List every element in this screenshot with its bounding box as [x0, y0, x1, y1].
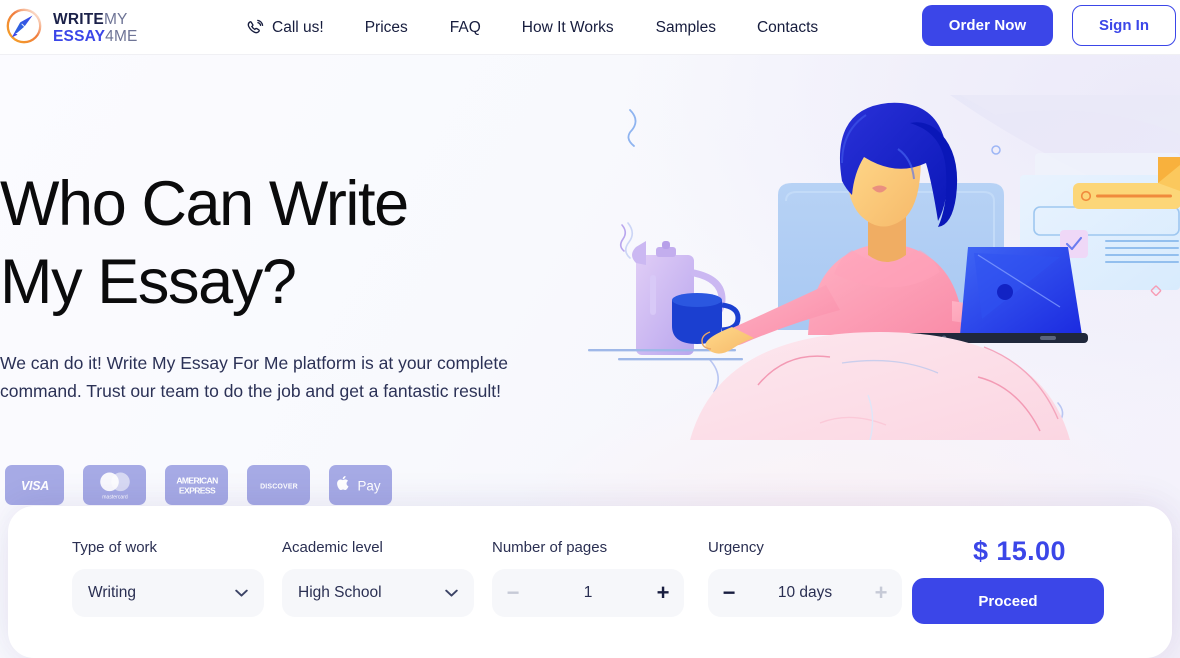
label-type-of-work: Type of work — [72, 539, 158, 556]
pages-increment-button[interactable]: + — [642, 569, 684, 617]
select-type-of-work[interactable]: Writing — [72, 569, 264, 617]
pages-value: 1 — [583, 584, 593, 601]
site-logo[interactable]: WRITEMY ESSAY4ME — [4, 6, 138, 51]
field-urgency: Urgency − 10 days + — [708, 539, 902, 617]
nav-item-call-us[interactable]: Call us! — [246, 19, 324, 37]
select-type-of-work-value: Writing — [88, 584, 136, 601]
svg-text:VISA: VISA — [21, 478, 49, 492]
stepper-number-of-pages: − 1 + — [492, 569, 684, 617]
svg-text:EXPRESS: EXPRESS — [178, 486, 215, 496]
site-header: WRITEMY ESSAY4ME Call us! Prices FAQ How… — [0, 0, 1180, 55]
pen-nib-logo-icon — [4, 6, 44, 51]
label-urgency: Urgency — [708, 539, 764, 556]
proceed-button[interactable]: Proceed — [912, 578, 1104, 624]
label-academic-level: Academic level — [282, 539, 383, 556]
hero-subtitle: We can do it! Write My Essay For Me plat… — [0, 353, 508, 401]
svg-text:AMERICAN: AMERICAN — [176, 475, 218, 485]
select-academic-level-value: High School — [298, 584, 382, 601]
visa-badge: VISA — [5, 465, 64, 505]
urgency-decrement-button[interactable]: − — [708, 569, 750, 617]
stepper-urgency: − 10 days + — [708, 569, 902, 617]
logo-line1-bold: WRITE — [53, 11, 104, 29]
nav-item-samples[interactable]: Samples — [656, 19, 716, 37]
order-now-button[interactable]: Order Now — [922, 5, 1053, 46]
urgency-increment-button[interactable]: + — [860, 569, 902, 617]
field-academic-level: Academic level High School — [282, 539, 474, 617]
amex-badge: AMERICAN EXPRESS — [165, 465, 228, 505]
nav-label-call-us: Call us! — [272, 18, 324, 36]
urgency-value: 10 days — [777, 584, 833, 601]
svg-text:Pay: Pay — [357, 478, 380, 493]
total-price: $ 15.00 — [973, 536, 1066, 566]
logo-wordmark: WRITEMY ESSAY4ME — [53, 12, 138, 45]
nav-item-faq[interactable]: FAQ — [450, 19, 481, 37]
hero-title-line-1: Who Can Write — [0, 169, 409, 239]
nav-item-how-it-works[interactable]: How It Works — [522, 19, 614, 37]
payment-methods-row: VISA mastercard AMERICAN EXPRESS DISCOVE… — [5, 465, 392, 505]
nav-item-prices[interactable]: Prices — [365, 19, 408, 37]
hero-title-line-2: My Essay? — [0, 247, 297, 317]
phone-icon — [246, 19, 264, 37]
pages-decrement-button[interactable]: − — [492, 569, 534, 617]
select-academic-level[interactable]: High School — [282, 569, 474, 617]
main-navigation: Call us! Prices FAQ How It Works Samples… — [246, 0, 818, 55]
chevron-down-icon — [235, 584, 248, 602]
svg-text:mastercard: mastercard — [102, 494, 128, 500]
landing-page: WRITEMY ESSAY4ME Call us! Prices FAQ How… — [0, 0, 1180, 658]
label-number-of-pages: Number of pages — [492, 539, 608, 556]
logo-line2-light: 4ME — [105, 27, 138, 45]
chevron-down-icon — [445, 584, 458, 602]
logo-line2-bold: ESSAY — [53, 27, 106, 45]
apple-pay-badge: Pay — [329, 465, 392, 505]
field-type-of-work: Type of work Writing — [72, 539, 264, 617]
svg-text:DISCOVER: DISCOVER — [260, 483, 298, 490]
sign-in-button[interactable]: Sign In — [1072, 5, 1176, 46]
nav-item-contacts[interactable]: Contacts — [757, 19, 818, 37]
field-number-of-pages: Number of pages − 1 + — [492, 539, 684, 617]
mastercard-badge: mastercard — [83, 465, 146, 505]
logo-line1-light: MY — [103, 11, 128, 29]
page-title: Who Can Write My Essay? — [0, 165, 560, 321]
discover-badge: DISCOVER — [247, 465, 310, 505]
